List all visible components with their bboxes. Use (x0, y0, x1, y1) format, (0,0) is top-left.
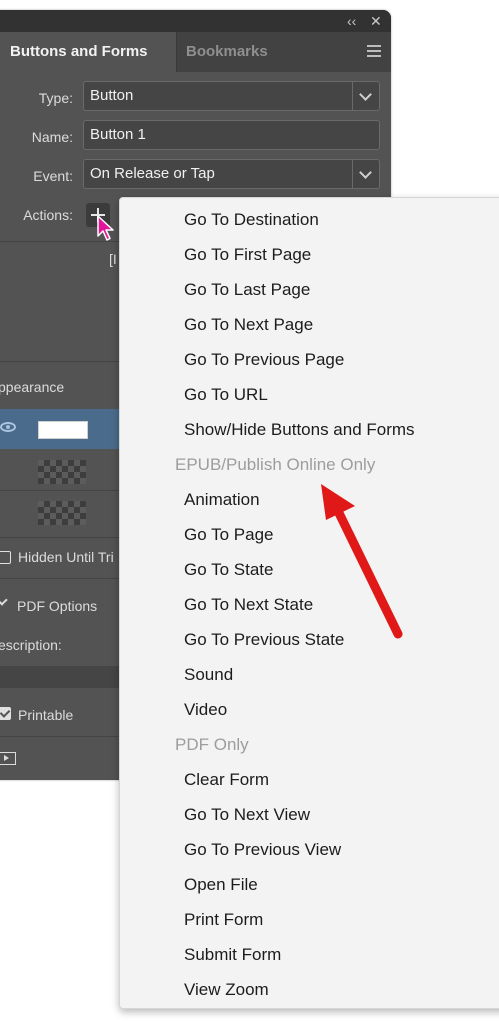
name-value: Button 1 (90, 126, 146, 143)
menu-item[interactable]: Go To Previous View (184, 838, 341, 862)
empty-appearance-swatch (38, 501, 86, 525)
empty-appearance-swatch (38, 460, 86, 484)
menu-item[interactable]: Animation (184, 488, 260, 512)
action-list-bracket: [I (109, 251, 117, 267)
panel-tabs: Buttons and Forms Bookmarks (0, 32, 391, 72)
preview-icon[interactable] (0, 752, 16, 765)
type-value: Button (90, 87, 134, 104)
chevron-down-icon[interactable] (352, 160, 379, 188)
menu-header-epub: EPUB/Publish Online Only (175, 455, 376, 474)
menu-item[interactable]: Sound (184, 663, 233, 687)
menu-item[interactable]: Open File (184, 873, 258, 897)
printable-checkbox[interactable] (0, 707, 11, 720)
menu-item[interactable]: Go To Next View (184, 803, 310, 827)
menu-item[interactable]: Go To Previous Page (184, 348, 344, 372)
menu-item[interactable]: Go To Last Page (184, 278, 310, 302)
menu-item[interactable]: Go To Destination (184, 208, 319, 232)
menu-item[interactable]: Video (184, 698, 227, 722)
collapse-icon[interactable]: ‹‹ (347, 12, 356, 30)
chevron-down-icon[interactable] (0, 594, 8, 606)
printable-label: Printable (18, 707, 74, 723)
hidden-until-triggered-checkbox[interactable] (0, 551, 11, 564)
event-select[interactable]: On Release or Tap (83, 159, 380, 189)
type-label: Type: (38, 90, 73, 106)
tab-divider (176, 32, 177, 72)
menu-item[interactable]: Print Form (184, 908, 263, 932)
appearance-heading: ppearance (0, 379, 65, 395)
name-input[interactable]: Button 1 (83, 120, 380, 150)
menu-item[interactable]: Go To URL (184, 383, 268, 407)
appearance-swatch (38, 421, 88, 439)
chevron-down-icon[interactable] (352, 82, 379, 110)
actions-label: Actions: (23, 207, 73, 223)
menu-item[interactable]: Go To Next Page (184, 313, 313, 337)
menu-item[interactable]: Show/Hide Buttons and Forms (184, 418, 415, 442)
menu-item[interactable]: Go To Next State (184, 593, 313, 617)
name-label: Name: (31, 129, 73, 145)
panel-titlebar: ‹‹ ✕ (0, 10, 391, 32)
hidden-until-triggered-label: Hidden Until Tri (18, 549, 114, 565)
mouse-cursor-icon (97, 215, 114, 241)
close-icon[interactable]: ✕ (370, 12, 382, 30)
menu-item[interactable]: Go To State (184, 558, 273, 582)
menu-item[interactable]: Submit Form (184, 943, 281, 967)
menu-item[interactable]: Go To First Page (184, 243, 311, 267)
menu-header-pdf: PDF Only (175, 735, 249, 754)
actions-dropdown-menu: Go To Destination Go To First Page Go To L… (119, 197, 499, 1009)
event-value: On Release or Tap (90, 165, 215, 182)
menu-item[interactable]: Go To Page (184, 523, 273, 547)
tab-bookmarks[interactable]: Bookmarks (186, 32, 268, 72)
type-select[interactable]: Button (83, 81, 380, 111)
eye-icon[interactable] (0, 422, 16, 432)
description-label: escription: (0, 637, 62, 653)
event-label: Event: (33, 168, 73, 184)
menu-item[interactable]: View Zoom (184, 978, 269, 1002)
panel-menu-icon[interactable] (367, 45, 381, 59)
tab-buttons-and-forms[interactable]: Buttons and Forms (0, 32, 176, 72)
menu-item[interactable]: Clear Form (184, 768, 269, 792)
pdf-options-heading[interactable]: PDF Options (17, 598, 97, 614)
menu-item[interactable]: Go To Previous State (184, 628, 344, 652)
